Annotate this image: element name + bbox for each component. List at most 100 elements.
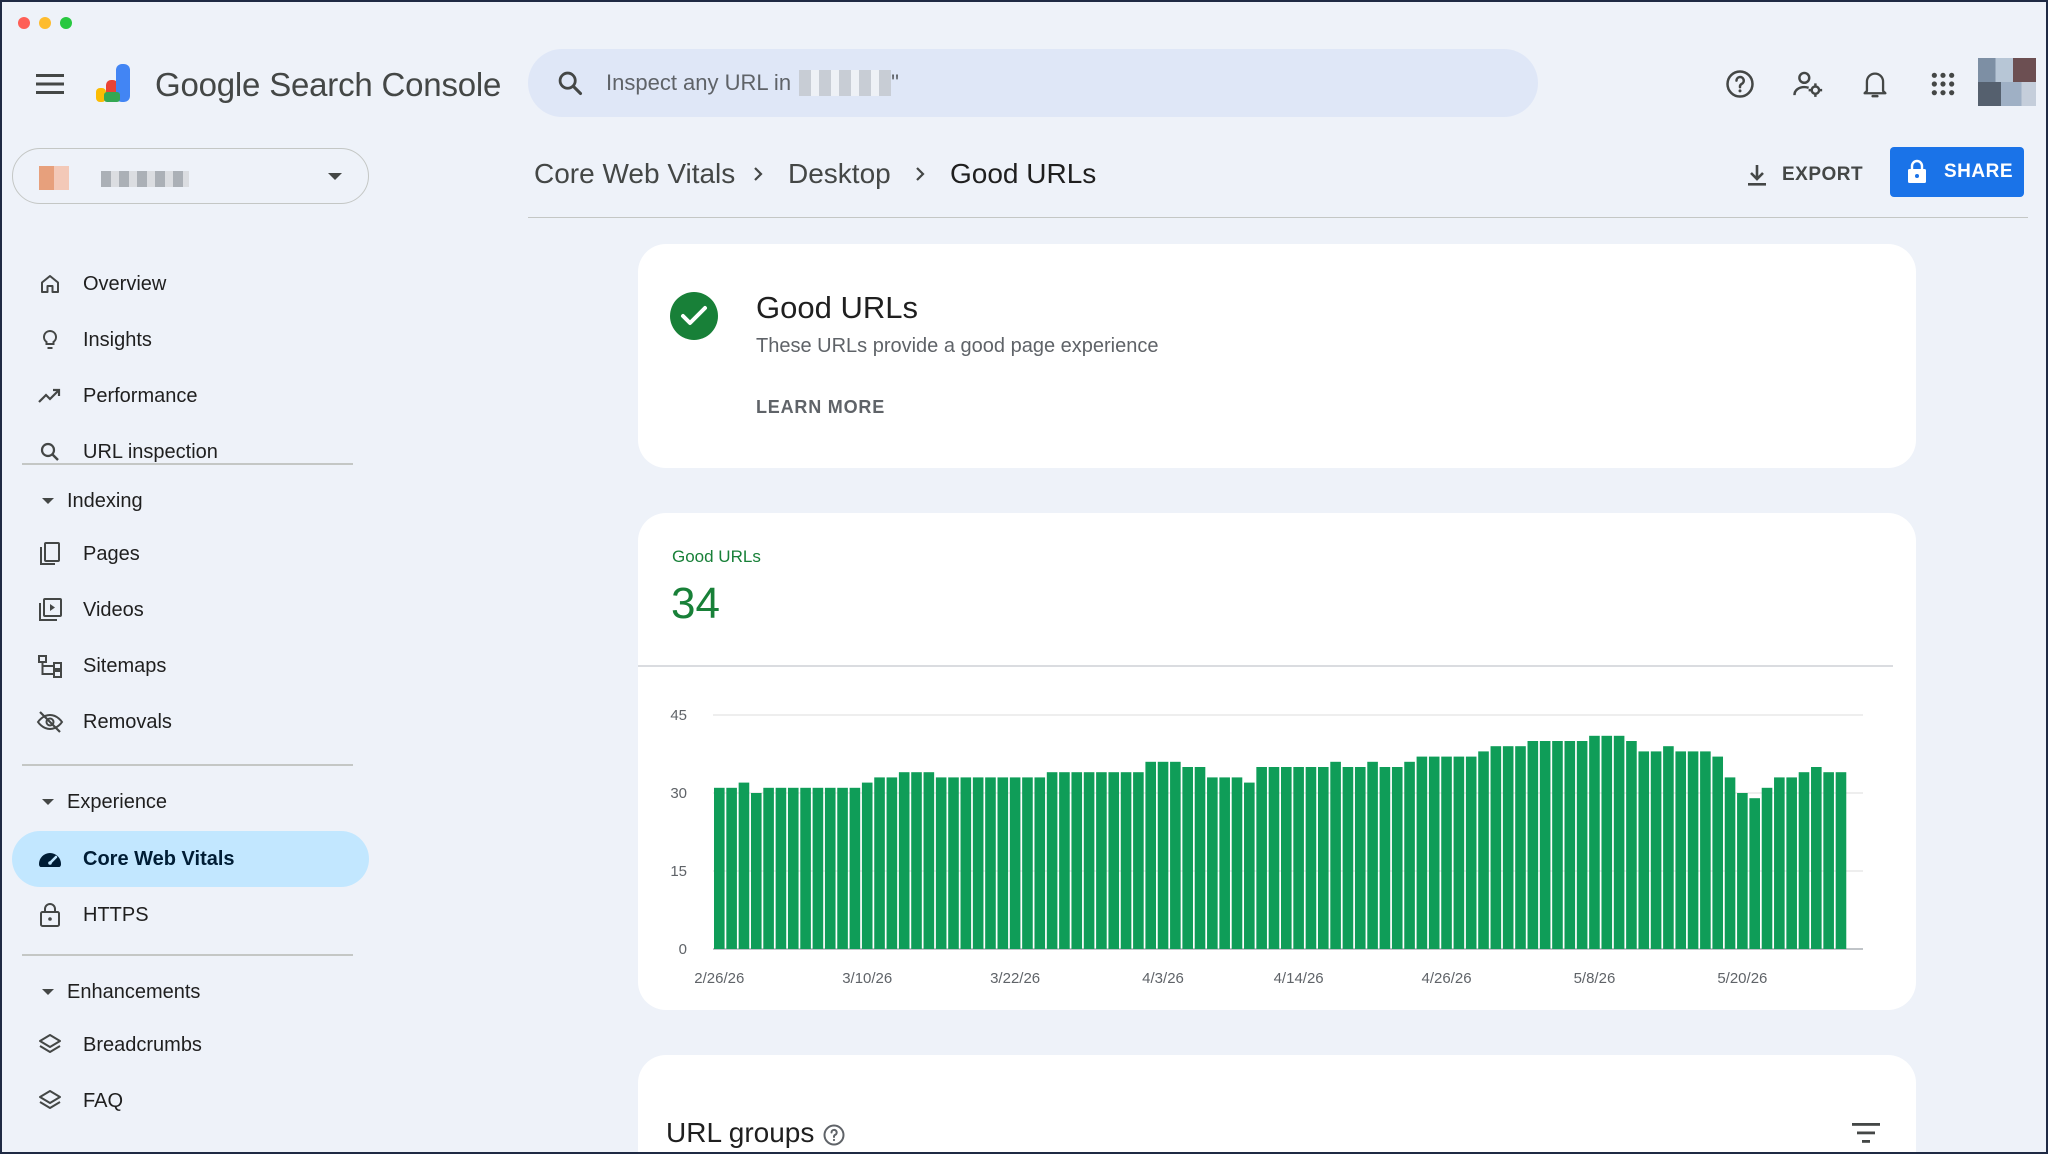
main-menu-button[interactable]: [30, 64, 70, 104]
sidebar-item-videos[interactable]: Videos: [12, 582, 369, 638]
product-name-search-console: Search Console: [269, 66, 502, 103]
chart-bar: [948, 777, 959, 949]
chart-bar: [1108, 772, 1120, 949]
property-selector[interactable]: [12, 148, 369, 204]
lock-icon: [1908, 159, 1926, 183]
sidebar-item-url-inspection[interactable]: URL inspection: [12, 424, 369, 480]
help-icon: [1726, 70, 1754, 98]
sidebar-divider: [22, 954, 353, 956]
sidebar-item-faq[interactable]: FAQ: [12, 1073, 369, 1129]
minimize-window-button[interactable]: [39, 17, 51, 29]
chart-bar: [1576, 741, 1588, 949]
export-label: EXPORT: [1782, 164, 1864, 185]
sidebar: Overview Insights Performance URL inspec…: [2, 142, 382, 1152]
learn-more-link[interactable]: LEARN MORE: [756, 397, 885, 418]
chart-bar: [1626, 741, 1637, 949]
chart-bar: [1207, 777, 1218, 949]
sidebar-divider: [22, 764, 353, 766]
chart-bar: [1823, 772, 1834, 949]
x-tick-label: 5/8/26: [1574, 970, 1616, 987]
share-button[interactable]: SHARE: [1890, 147, 2024, 197]
chart-bar: [997, 777, 1009, 949]
url-inspect-search-bar[interactable]: Inspect any URL in ": [528, 49, 1538, 117]
sidebar-item-removals[interactable]: Removals: [12, 694, 369, 750]
sidebar-item-label: Core Web Vitals: [83, 847, 235, 870]
chart-bar: [1786, 777, 1797, 949]
sidebar-item-performance[interactable]: Performance: [12, 368, 369, 424]
sidebar-item-breadcrumbs[interactable]: Breadcrumbs: [12, 1017, 369, 1073]
chart-bar: [1589, 735, 1600, 949]
filter-button[interactable]: [1848, 1115, 1884, 1151]
visibility-off-icon: [36, 708, 64, 736]
chart-bar: [1034, 777, 1046, 949]
chart-bar: [812, 787, 824, 949]
chart-bar: [1613, 735, 1625, 949]
redacted-property-label: [101, 171, 189, 187]
chart-bar: [861, 782, 873, 949]
sidebar-item-core-web-vitals[interactable]: Core Web Vitals: [12, 831, 369, 887]
chart-bar: [824, 787, 836, 949]
help-button[interactable]: [1718, 62, 1762, 106]
notifications-button[interactable]: [1853, 62, 1897, 106]
close-window-button[interactable]: [18, 17, 30, 29]
sidebar-item-label: URL inspection: [83, 440, 218, 463]
chart-bar: [1367, 761, 1378, 949]
chart-bar: [1096, 772, 1107, 949]
product-name: Google Search Console: [155, 66, 501, 104]
breadcrumb-desktop[interactable]: Desktop: [788, 158, 891, 190]
chart-bar: [1465, 756, 1477, 949]
sidebar-item-sitemaps[interactable]: Sitemaps: [12, 638, 369, 694]
chart-bar: [1515, 746, 1526, 949]
sidebar-item-pages[interactable]: Pages: [12, 526, 369, 582]
app-header: Google Search Console Inspect any URL in…: [2, 42, 2046, 122]
maximize-window-button[interactable]: [60, 17, 72, 29]
x-tick-label: 5/20/26: [1717, 970, 1767, 987]
search-icon[interactable]: [554, 67, 586, 99]
section-toggle-enhancements[interactable]: Enhancements: [12, 972, 369, 1012]
breadcrumb-current-page: Good URLs: [950, 158, 1097, 189]
section-title: Experience: [67, 790, 168, 813]
trending-up-icon: [36, 382, 64, 410]
x-tick-label: 4/14/26: [1274, 970, 1324, 987]
sidebar-item-overview[interactable]: Overview: [12, 256, 369, 312]
chart-bar: [1798, 772, 1810, 949]
chart-bar: [960, 777, 972, 949]
search-input[interactable]: Inspect any URL in ": [606, 70, 899, 96]
chart-bar: [1428, 756, 1440, 949]
google-apps-button[interactable]: [1921, 62, 1965, 106]
section-toggle-experience[interactable]: Experience: [12, 782, 369, 822]
lightbulb-icon: [36, 326, 64, 354]
chart-bar: [849, 787, 861, 949]
chart-bar: [1022, 777, 1033, 949]
chart-bar: [775, 787, 787, 949]
sidebar-item-label: Videos: [83, 598, 144, 621]
chart-bar: [1478, 751, 1489, 949]
export-button[interactable]: EXPORT: [1746, 154, 1863, 196]
chart-bar: [1305, 767, 1317, 949]
lock-icon: [36, 901, 64, 929]
layers-icon: [36, 1031, 64, 1059]
breadcrumb-core-web-vitals[interactable]: Core Web Vitals: [534, 158, 735, 190]
section-toggle-indexing[interactable]: Indexing: [12, 481, 369, 521]
chart-bar: [1638, 751, 1650, 949]
chart-bar: [1490, 746, 1502, 949]
chart-bar: [1737, 793, 1748, 949]
property-favicon: [39, 166, 69, 190]
chart-bar: [738, 782, 750, 949]
chart-bar: [1774, 777, 1785, 949]
status-title: Good URLs: [756, 290, 918, 325]
help-icon[interactable]: [822, 1123, 846, 1147]
account-avatar[interactable]: [1978, 58, 2036, 106]
chart-bar: [1256, 767, 1267, 949]
sidebar-item-label: Performance: [83, 384, 198, 407]
chart-bar: [1170, 761, 1181, 949]
y-tick-label: 15: [670, 863, 687, 880]
product-name-google: Google: [155, 66, 261, 103]
chart-bar: [1281, 767, 1292, 949]
sidebar-item-insights[interactable]: Insights: [12, 312, 369, 368]
chart-bar: [1453, 756, 1465, 949]
sidebar-item-https[interactable]: HTTPS: [12, 887, 369, 943]
share-label: SHARE: [1944, 161, 2014, 182]
manage-users-button[interactable]: [1786, 62, 1830, 106]
check-circle-icon: [670, 292, 718, 340]
